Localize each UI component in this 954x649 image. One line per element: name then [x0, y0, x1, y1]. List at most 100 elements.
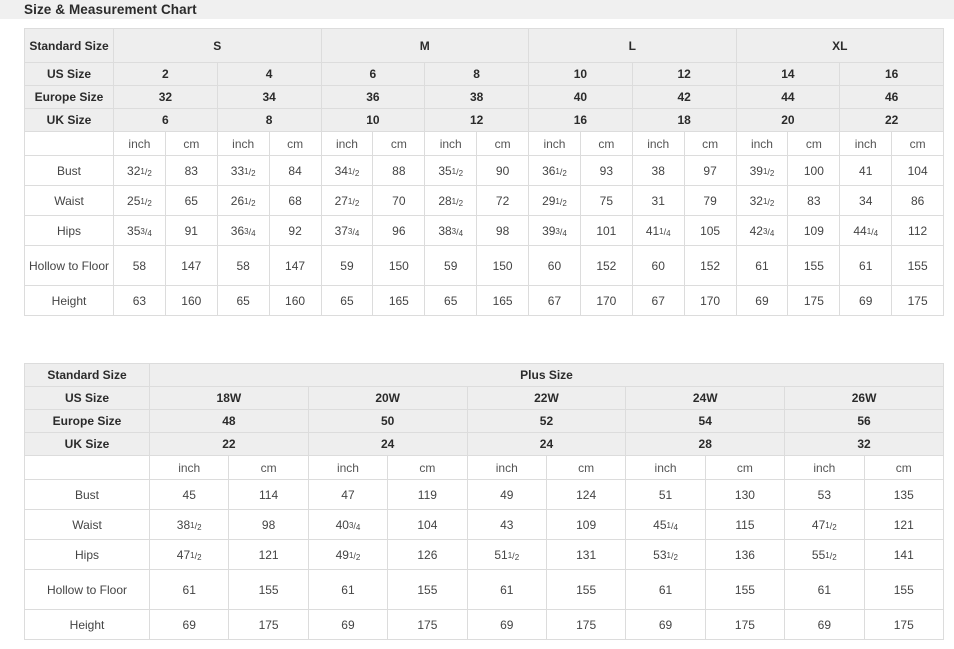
measure-value-cell: 65	[164, 185, 218, 216]
measure-value-cell: 34	[839, 185, 893, 216]
measure-value-cell: 251/2	[113, 185, 166, 216]
measure-value-cell: 60	[528, 245, 581, 286]
plus-measure-value-cell: 104	[387, 509, 468, 540]
measure-value-cell: 341/2	[320, 155, 374, 186]
plus-unit-label-inch: inch	[784, 455, 865, 480]
measure-value-cell: 152	[683, 245, 737, 286]
plus-size-row-uk-size: UK Size 22 24 24 28 32	[24, 432, 944, 456]
measure-value-cell: 147	[164, 245, 218, 286]
plus-measure-value-cell: 135	[863, 479, 945, 510]
plus-unit-label-inch: inch	[148, 455, 230, 480]
measure-value-cell: 61	[839, 245, 893, 286]
plus-measure-row-label: Bust	[24, 479, 150, 510]
size-value-cell: 10	[320, 108, 426, 132]
size-value-cell: 8	[424, 62, 530, 86]
plus-size-row-europe-size: Europe Size 48 50 52 54 56	[24, 409, 944, 433]
size-row-label: Europe Size	[24, 85, 114, 109]
unit-label-inch: inch	[631, 131, 685, 156]
plus-size-row-us-size: US Size 18W 20W 22W 24W 26W	[24, 386, 944, 410]
size-group-s: S	[113, 28, 322, 63]
plus-size-row-label: UK Size	[24, 432, 150, 456]
plus-measure-value-cell: 61	[307, 569, 389, 610]
measure-value-cell: 160	[164, 285, 218, 316]
measure-value-cell: 41	[839, 155, 893, 186]
plus-measure-value-cell: 51	[625, 479, 706, 510]
measure-value-cell: 175	[787, 285, 841, 316]
plus-size-row-label: Europe Size	[24, 409, 150, 433]
plus-measure-row-label: Hollow to Floor	[24, 569, 150, 610]
plus-size-value-cell: 26W	[784, 386, 944, 410]
plus-measure-value-cell: 155	[387, 569, 468, 610]
measure-value-cell: 170	[579, 285, 633, 316]
plus-standard-size-header-row: Standard Size Plus Size	[24, 363, 944, 387]
plus-measure-value-cell: 175	[228, 609, 309, 640]
measure-value-cell: 91	[164, 215, 218, 246]
measure-value-cell: 93	[579, 155, 633, 186]
plus-measure-value-cell: 155	[863, 569, 945, 610]
size-group-xl: XL	[735, 28, 945, 63]
plus-size-value-cell: 50	[307, 409, 468, 433]
measure-row-label: Waist	[24, 185, 114, 216]
measure-value-cell: 65	[216, 285, 270, 316]
measure-value-cell: 411/4	[631, 215, 685, 246]
measure-value-cell: 165	[372, 285, 426, 316]
size-group-m: M	[320, 28, 530, 63]
plus-unit-label-cm: cm	[545, 455, 627, 480]
size-row-label: UK Size	[24, 108, 114, 132]
measure-value-cell: 321/2	[735, 185, 789, 216]
plus-unit-label-inch: inch	[625, 455, 706, 480]
plus-measure-value-cell: 45	[148, 479, 230, 510]
size-row-uk-size: UK Size 6 8 10 12 16 18 20 22	[24, 108, 945, 132]
measure-value-cell: 92	[268, 215, 322, 246]
measure-value-cell: 423/4	[735, 215, 789, 246]
measure-value-cell: 38	[631, 155, 685, 186]
measure-value-cell: 65	[424, 285, 478, 316]
measure-value-cell: 112	[891, 215, 945, 246]
plus-measure-value-cell: 155	[704, 569, 786, 610]
plus-measure-row-height: Height 69 175 69 175 69 175 69 175 69 175	[24, 609, 945, 640]
measure-value-cell: 84	[268, 155, 322, 186]
measure-row-hips: Hips 353/4 91 363/4 92 373/4 96 383/4 98 393/4 101…	[24, 215, 945, 246]
plus-measure-value-cell: 531/2	[625, 539, 706, 570]
unit-row-spacer	[24, 131, 114, 156]
plus-measure-value-cell: 69	[625, 609, 706, 640]
size-value-cell: 42	[631, 85, 737, 109]
measure-value-cell: 353/4	[113, 215, 166, 246]
size-value-cell: 18	[631, 108, 737, 132]
measure-value-cell: 31	[631, 185, 685, 216]
plus-measure-value-cell: 61	[625, 569, 706, 610]
measure-value-cell: 147	[268, 245, 322, 286]
measure-value-cell: 363/4	[216, 215, 270, 246]
plus-measure-value-cell: 175	[387, 609, 468, 640]
measure-value-cell: 79	[683, 185, 737, 216]
plus-measure-value-cell: 551/2	[784, 539, 865, 570]
unit-label-cm: cm	[476, 131, 530, 156]
measure-value-cell: 67	[631, 285, 685, 316]
measure-value-cell: 105	[683, 215, 737, 246]
plus-measure-row-waist: Waist 381/2 98 403/4 104 43 109 451/4 115 471/2 12…	[24, 509, 945, 540]
plus-measure-value-cell: 121	[863, 509, 945, 540]
plus-unit-label-cm: cm	[704, 455, 786, 480]
plus-measure-value-cell: 115	[704, 509, 786, 540]
plus-measure-value-cell: 47	[307, 479, 389, 510]
measure-value-cell: 104	[891, 155, 945, 186]
size-value-cell: 38	[424, 85, 530, 109]
size-value-cell: 12	[631, 62, 737, 86]
unit-row: inch cm inch cm inch cm inch cm inch cm inch cm inch…	[24, 131, 945, 156]
size-group-l: L	[528, 28, 737, 63]
plus-size-value-cell: 52	[466, 409, 627, 433]
standard-size-table: Standard Size S M L XL US Size 2 4 6 8 10 12 14 16 Eur…	[24, 28, 945, 316]
size-value-cell: 46	[839, 85, 945, 109]
unit-label-cm: cm	[683, 131, 737, 156]
plus-size-value-cell: 32	[784, 432, 944, 456]
measure-value-cell: 101	[579, 215, 633, 246]
size-row-label: US Size	[24, 62, 114, 86]
size-value-cell: 20	[735, 108, 841, 132]
measure-value-cell: 60	[631, 245, 685, 286]
measure-value-cell: 69	[735, 285, 789, 316]
plus-size-value-cell: 28	[625, 432, 786, 456]
measure-value-cell: 281/2	[424, 185, 478, 216]
unit-label-cm: cm	[787, 131, 841, 156]
plus-measure-value-cell: 43	[466, 509, 547, 540]
size-value-cell: 40	[528, 85, 633, 109]
